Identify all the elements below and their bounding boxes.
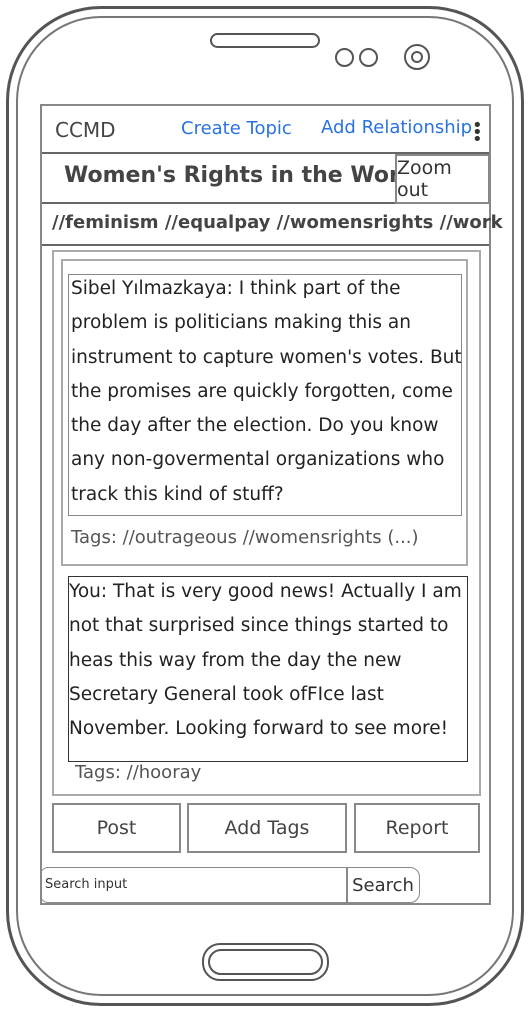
speaker-grille — [210, 33, 320, 48]
kebab-menu-icon[interactable]: • • • — [472, 117, 483, 149]
search-button[interactable]: Search — [346, 867, 420, 903]
zoom-out-button[interactable]: Zoom out — [395, 154, 490, 204]
add-relationship-link[interactable]: Add Relationship — [321, 117, 472, 138]
message-text: Sibel Yılmazkaya: I think part of the pr… — [71, 278, 462, 505]
sensor-icon — [335, 48, 354, 67]
post-button[interactable]: Post — [52, 803, 181, 853]
add-tags-button[interactable]: Add Tags — [187, 803, 347, 853]
message-tags[interactable]: Tags: //outrageous //womensrights (...) — [71, 527, 419, 548]
message-text: You: That is very good news! Actually I … — [69, 581, 462, 740]
sensor-icon — [359, 48, 378, 67]
search-input[interactable]: Search input — [40, 867, 348, 903]
topic-tags[interactable]: //feminism //equalpay //womensrights //w… — [52, 212, 503, 233]
create-topic-link[interactable]: Create Topic — [181, 118, 292, 139]
message-tags[interactable]: Tags: //hooray — [75, 762, 201, 783]
camera-lens-icon — [411, 51, 423, 63]
app-name: CCMD — [55, 118, 116, 142]
report-button[interactable]: Report — [354, 803, 480, 853]
home-button-inner — [208, 949, 323, 975]
